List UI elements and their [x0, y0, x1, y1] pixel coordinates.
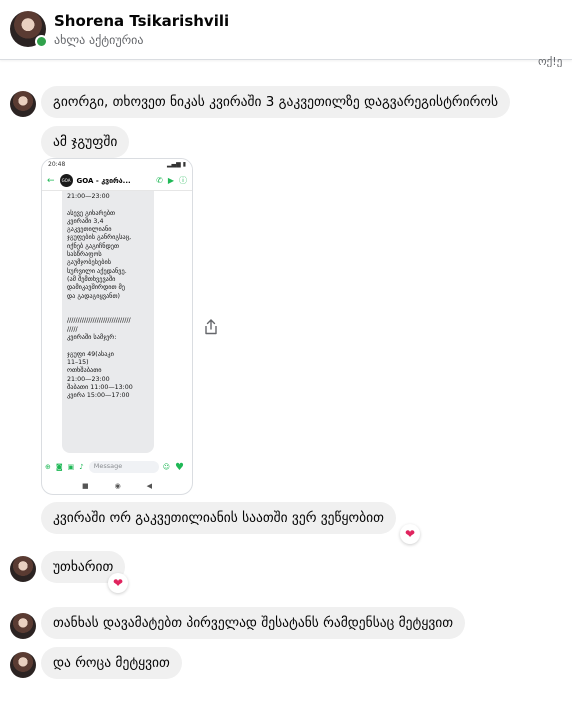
message-bubble[interactable]: კვირაში ორ გაკვეთილიანის საათში ვერ ვეწყ… — [41, 502, 396, 534]
back-icon: ◀ — [146, 482, 153, 490]
truncated-text: ოქ!ე — [538, 55, 563, 67]
sender-avatar[interactable] — [10, 613, 36, 639]
message-bubble[interactable]: თანხას დავამატებთ პირველად შესატანს რამდ… — [41, 607, 466, 639]
video-call-icon: ▶ — [167, 176, 174, 185]
gallery-icon: ▣ — [67, 463, 75, 471]
emoji-icon: ☺ — [162, 463, 171, 471]
recents-icon: ■ — [81, 482, 89, 490]
message-bubble[interactable]: გიორგი, თხოვეთ ნიკას კვირაში 3 გაკვეთილზ… — [41, 86, 511, 118]
group-logo: GOA — [59, 174, 73, 187]
camera-icon: ◙ — [55, 463, 63, 471]
image-attachment[interactable]: 20:48 ▂▄▆ ▮ ← GOA GOA - კვირა... ✆ ▶ ⓘ 2… — [41, 158, 193, 495]
sender-avatar[interactable] — [10, 91, 36, 117]
phone-message-text: 21:00—23:00 ასევე გიხარებთ კვირაში 3,4 გ… — [62, 191, 154, 453]
message-bubble[interactable]: ამ ჯგუფში — [41, 126, 130, 158]
phone-chat-header: ← GOA GOA - კვირა... ✆ ▶ ⓘ — [42, 171, 192, 191]
phone-composer: ⊕ ◙ ▣ ♪ Message ☺ ♥ — [42, 459, 192, 475]
home-icon: ◉ — [114, 482, 121, 490]
sender-avatar[interactable] — [10, 652, 36, 678]
share-icon[interactable] — [204, 319, 218, 335]
sender-avatar[interactable] — [10, 556, 36, 582]
back-arrow-icon: ← — [47, 175, 55, 186]
info-icon: ⓘ — [179, 176, 187, 185]
contact-avatar[interactable] — [10, 11, 48, 48]
contact-status: ახლა აქტიურია — [54, 33, 144, 47]
phone-call-icon: ✆ — [156, 176, 163, 185]
heart-icon: ♥ — [175, 461, 184, 473]
chat-header: Shorena Tsikarishvili ახლა აქტიურია — [0, 0, 572, 60]
heart-reaction-icon[interactable]: ❤ — [400, 524, 420, 544]
phone-nav-bar: ■ ◉ ◀ — [42, 477, 192, 494]
plus-icon: ⊕ — [45, 463, 51, 471]
phone-message-input: Message — [88, 461, 159, 473]
mic-icon: ♪ — [79, 463, 84, 471]
heart-reaction-icon[interactable]: ❤ — [108, 573, 128, 593]
phone-chat-body: 21:00—23:00 ასევე გიხარებთ კვირაში 3,4 გ… — [42, 191, 192, 456]
online-status-dot — [35, 35, 48, 48]
message-bubble[interactable]: და როცა მეტყვით — [41, 647, 182, 679]
contact-name[interactable]: Shorena Tsikarishvili — [54, 12, 229, 30]
phone-status-bar: 20:48 ▂▄▆ ▮ — [42, 159, 192, 171]
phone-chat-title: GOA - კვირა... — [76, 176, 131, 185]
